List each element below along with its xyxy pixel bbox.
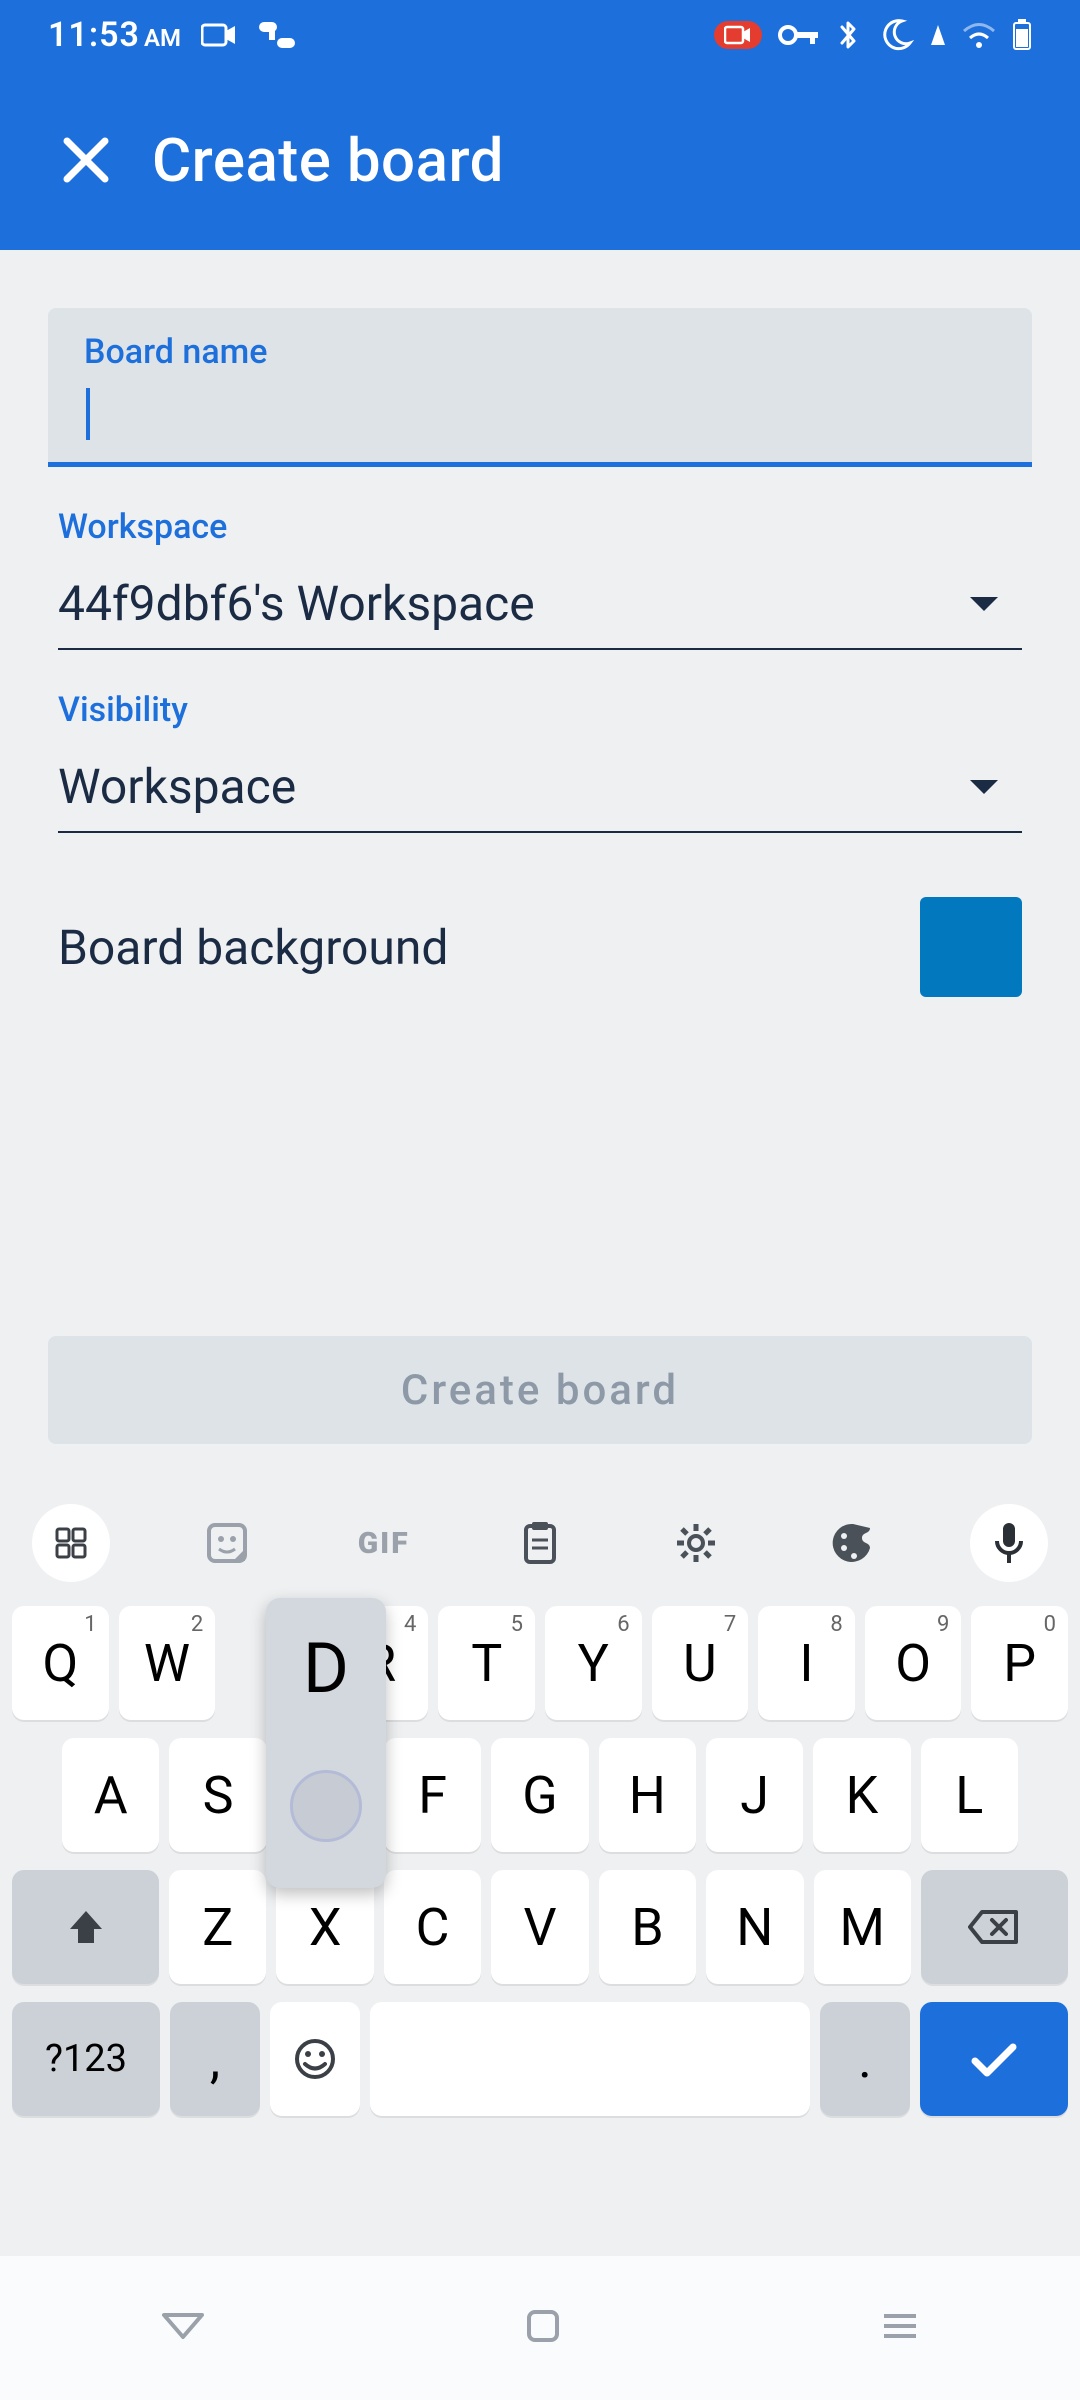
key-period[interactable]: . bbox=[820, 2002, 910, 2116]
background-swatch[interactable] bbox=[920, 897, 1022, 997]
key-y[interactable]: Y6 bbox=[545, 1606, 642, 1720]
wifi-icon bbox=[962, 21, 996, 49]
key-emoji[interactable] bbox=[270, 2002, 360, 2116]
background-row: Board background bbox=[48, 897, 1032, 997]
keyboard-apps-button[interactable] bbox=[32, 1504, 110, 1582]
key-popup-letter: D bbox=[303, 1628, 349, 1710]
board-name-label: Board name bbox=[84, 332, 996, 372]
key-p[interactable]: P0 bbox=[971, 1606, 1068, 1720]
clipboard-icon bbox=[520, 1520, 560, 1566]
key-h[interactable]: H bbox=[599, 1738, 696, 1852]
signal-icon bbox=[930, 24, 946, 46]
palette-icon bbox=[830, 1520, 876, 1566]
visibility-dropdown[interactable]: Workspace bbox=[58, 758, 1022, 833]
key-popup-ripple bbox=[290, 1770, 362, 1842]
workspace-label: Workspace bbox=[58, 507, 1022, 547]
nav-recent-button[interactable] bbox=[880, 2311, 920, 2345]
nav-recent-icon bbox=[880, 2311, 920, 2341]
key-z[interactable]: Z bbox=[169, 1870, 266, 1984]
key-symbols[interactable]: ?123 bbox=[12, 2002, 160, 2116]
vpn-route-icon bbox=[257, 20, 297, 50]
key-g[interactable]: G bbox=[491, 1738, 588, 1852]
grid-icon bbox=[53, 1525, 89, 1561]
keyboard-row-4: ?123 , . bbox=[12, 2002, 1068, 2116]
key-q[interactable]: Q1 bbox=[12, 1606, 109, 1720]
board-name-field[interactable]: Board name bbox=[48, 308, 1032, 467]
background-label: Board background bbox=[58, 919, 448, 976]
key-s[interactable]: S bbox=[169, 1738, 266, 1852]
key-j[interactable]: J bbox=[706, 1738, 803, 1852]
page-title: Create board bbox=[152, 125, 504, 196]
board-name-input[interactable] bbox=[84, 384, 996, 440]
key-u[interactable]: U7 bbox=[652, 1606, 749, 1720]
backspace-icon bbox=[968, 1908, 1020, 1946]
nav-home-icon bbox=[525, 2308, 561, 2344]
sticker-icon bbox=[205, 1521, 249, 1565]
screen-record-icon bbox=[714, 21, 762, 49]
app-bar: Create board bbox=[0, 70, 1080, 250]
keyboard-clipboard-button[interactable] bbox=[501, 1504, 579, 1582]
close-button[interactable] bbox=[38, 112, 134, 208]
keyboard: GIF Q1 W2 R4 T5 Y6 U7 I8 O9 P0 A S F G H… bbox=[0, 1480, 1080, 2256]
key-i[interactable]: I8 bbox=[758, 1606, 855, 1720]
key-space[interactable] bbox=[370, 2002, 810, 2116]
key-k[interactable]: K bbox=[813, 1738, 910, 1852]
nav-back-icon bbox=[160, 2311, 206, 2341]
keyboard-gif-button[interactable]: GIF bbox=[345, 1504, 423, 1582]
mic-icon bbox=[993, 1521, 1025, 1565]
battery-icon bbox=[1012, 19, 1032, 51]
status-right bbox=[714, 17, 1032, 53]
keyboard-row-2: A S F G H J K L bbox=[12, 1738, 1068, 1852]
check-icon bbox=[967, 2039, 1021, 2079]
key-shift[interactable] bbox=[12, 1870, 159, 1984]
chevron-down-icon bbox=[970, 597, 998, 611]
key-enter[interactable] bbox=[920, 2002, 1068, 2116]
key-f[interactable]: F bbox=[384, 1738, 481, 1852]
key-b[interactable]: B bbox=[599, 1870, 696, 1984]
close-icon bbox=[61, 135, 111, 185]
camera-icon bbox=[201, 22, 237, 48]
key-n[interactable]: N bbox=[706, 1870, 803, 1984]
gear-icon bbox=[674, 1521, 718, 1565]
keyboard-settings-button[interactable] bbox=[657, 1504, 735, 1582]
visibility-section: Visibility Workspace bbox=[48, 690, 1032, 833]
key-backspace[interactable] bbox=[921, 1870, 1068, 1984]
key-comma[interactable]: , bbox=[170, 2002, 260, 2116]
key-popup: D bbox=[266, 1598, 386, 1888]
keyboard-row-1: Q1 W2 R4 T5 Y6 U7 I8 O9 P0 bbox=[12, 1606, 1068, 1720]
nav-bar bbox=[0, 2256, 1080, 2400]
nav-back-button[interactable] bbox=[160, 2311, 206, 2345]
nav-home-button[interactable] bbox=[525, 2308, 561, 2348]
status-bar: 11:53AM bbox=[0, 0, 1080, 70]
status-left: 11:53AM bbox=[48, 15, 297, 55]
keyboard-mic-button[interactable] bbox=[970, 1504, 1048, 1582]
key-l[interactable]: L bbox=[921, 1738, 1018, 1852]
key-c[interactable]: C bbox=[384, 1870, 481, 1984]
chevron-down-icon bbox=[970, 780, 998, 794]
keyboard-theme-button[interactable] bbox=[814, 1504, 892, 1582]
key-m[interactable]: M bbox=[814, 1870, 911, 1984]
workspace-value: 44f9dbf6's Workspace bbox=[58, 575, 535, 632]
bluetooth-icon bbox=[836, 19, 862, 51]
key-w[interactable]: W2 bbox=[119, 1606, 216, 1720]
key-o[interactable]: O9 bbox=[865, 1606, 962, 1720]
workspace-section: Workspace 44f9dbf6's Workspace bbox=[48, 507, 1032, 650]
visibility-value: Workspace bbox=[58, 758, 296, 815]
shift-icon bbox=[64, 1905, 108, 1949]
key-t[interactable]: T5 bbox=[438, 1606, 535, 1720]
text-cursor bbox=[86, 388, 90, 440]
status-time: 11:53AM bbox=[48, 15, 181, 55]
key-icon bbox=[778, 23, 820, 47]
emoji-icon bbox=[293, 2037, 337, 2081]
workspace-dropdown[interactable]: 44f9dbf6's Workspace bbox=[58, 575, 1022, 650]
dnd-moon-icon bbox=[878, 17, 914, 53]
create-board-button[interactable]: Create board bbox=[48, 1336, 1032, 1444]
keyboard-row-3: Z X C V B N M bbox=[12, 1870, 1068, 1984]
key-a[interactable]: A bbox=[62, 1738, 159, 1852]
visibility-label: Visibility bbox=[58, 690, 1022, 730]
keyboard-sticker-button[interactable] bbox=[188, 1504, 266, 1582]
keyboard-toolbar: GIF bbox=[12, 1504, 1068, 1606]
key-v[interactable]: V bbox=[491, 1870, 588, 1984]
